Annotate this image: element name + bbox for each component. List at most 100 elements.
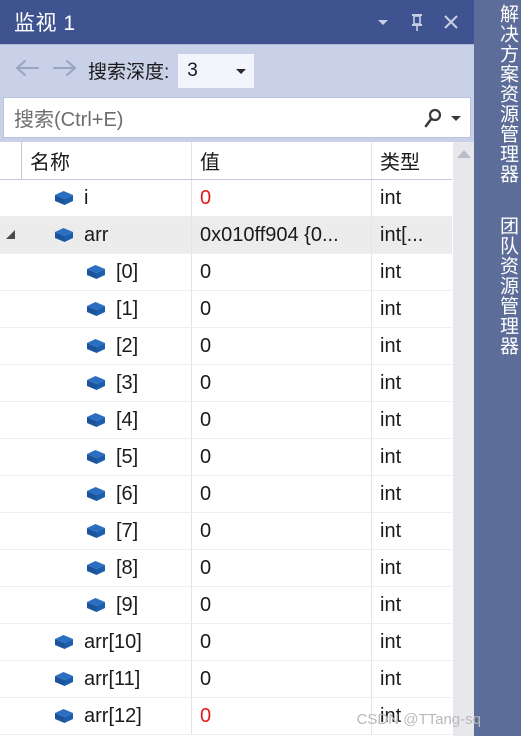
variable-value: 0 bbox=[200, 556, 212, 579]
column-header-name[interactable]: 名称 bbox=[22, 142, 192, 179]
cell-name[interactable]: [5] bbox=[22, 439, 192, 475]
cell-value[interactable]: 0 bbox=[192, 513, 372, 549]
cell-value[interactable]: 0 bbox=[192, 291, 372, 327]
field-cube-icon bbox=[52, 669, 76, 689]
variable-type: int bbox=[380, 630, 402, 653]
cell-name[interactable]: [4] bbox=[22, 402, 192, 438]
grid-header: 名称 值 类型 bbox=[0, 142, 452, 180]
cell-name[interactable]: [6] bbox=[22, 476, 192, 512]
name-content: i bbox=[22, 180, 88, 216]
cell-type: int bbox=[372, 476, 452, 512]
variable-value: 0 bbox=[200, 371, 212, 394]
titlebar: 监视 1 bbox=[0, 0, 474, 44]
cell-value[interactable]: 0 bbox=[192, 439, 372, 475]
cell-type: int bbox=[372, 624, 452, 660]
cell-name[interactable]: [1] bbox=[22, 291, 192, 327]
grid-inner: 名称 值 类型 i 0 int arr 0x010ff904 {0... int[... [… bbox=[0, 142, 452, 736]
column-header-type[interactable]: 类型 bbox=[372, 142, 452, 179]
table-row[interactable]: [3] 0 int bbox=[0, 365, 452, 402]
cell-type: int bbox=[372, 550, 452, 586]
cell-name[interactable]: [0] bbox=[22, 254, 192, 290]
table-row[interactable]: arr[11] 0 int bbox=[0, 661, 452, 698]
cell-value[interactable]: 0 bbox=[192, 587, 372, 623]
cell-value[interactable]: 0 bbox=[192, 180, 372, 216]
cell-name[interactable]: arr[12] bbox=[22, 698, 192, 734]
cell-value[interactable]: 0 bbox=[192, 550, 372, 586]
table-row[interactable]: [1] 0 int bbox=[0, 291, 452, 328]
cell-name[interactable]: arr bbox=[22, 217, 192, 253]
table-row[interactable]: [6] 0 int bbox=[0, 476, 452, 513]
row-expander[interactable] bbox=[0, 217, 22, 253]
table-row[interactable]: [2] 0 int bbox=[0, 328, 452, 365]
table-row[interactable]: [5] 0 int bbox=[0, 439, 452, 476]
variable-name: [4] bbox=[116, 408, 139, 431]
dock-tab-team-explorer[interactable]: 团队资源管理器 bbox=[474, 216, 521, 356]
cell-value[interactable]: 0 bbox=[192, 476, 372, 512]
table-row[interactable]: [0] 0 int bbox=[0, 254, 452, 291]
field-cube-icon bbox=[52, 706, 76, 726]
cell-name[interactable]: [2] bbox=[22, 328, 192, 364]
variable-name: [2] bbox=[116, 334, 139, 357]
name-content: [8] bbox=[22, 550, 138, 586]
variable-name: [9] bbox=[116, 593, 139, 616]
table-row[interactable]: [9] 0 int bbox=[0, 587, 452, 624]
variable-type: int bbox=[380, 445, 402, 468]
row-gutter bbox=[0, 513, 22, 549]
name-content: [1] bbox=[22, 291, 138, 327]
cell-value[interactable]: 0 bbox=[192, 661, 372, 697]
close-button[interactable] bbox=[434, 5, 468, 39]
search-depth-select[interactable]: 3 bbox=[177, 52, 256, 89]
table-row[interactable]: arr 0x010ff904 {0... int[... bbox=[0, 217, 452, 254]
field-cube-icon bbox=[84, 299, 108, 319]
table-row[interactable]: arr[12] 0 int bbox=[0, 698, 452, 735]
variable-value: 0 bbox=[200, 519, 212, 542]
cell-type: int bbox=[372, 587, 452, 623]
cell-name[interactable]: arr[11] bbox=[22, 661, 192, 697]
search-box[interactable]: 搜索(Ctrl+E) bbox=[3, 97, 471, 138]
cell-value[interactable]: 0 bbox=[192, 328, 372, 364]
pin-button[interactable] bbox=[400, 5, 434, 39]
name-content: [7] bbox=[22, 513, 138, 549]
variable-type: int bbox=[380, 556, 402, 579]
cell-type: int bbox=[372, 365, 452, 401]
scroll-up-button[interactable] bbox=[453, 142, 475, 170]
search-depth-value: 3 bbox=[187, 59, 198, 81]
cell-value[interactable]: 0 bbox=[192, 624, 372, 660]
search-icon[interactable] bbox=[422, 107, 444, 129]
cell-value[interactable]: 0 bbox=[192, 402, 372, 438]
variable-type: int bbox=[380, 297, 402, 320]
variable-name: [8] bbox=[116, 556, 139, 579]
back-button[interactable] bbox=[10, 54, 46, 88]
cell-type: int bbox=[372, 254, 452, 290]
table-row[interactable]: [4] 0 int bbox=[0, 402, 452, 439]
cell-name[interactable]: arr[10] bbox=[22, 624, 192, 660]
dock-tab-solution-explorer[interactable]: 解决方案资源管理器 bbox=[474, 4, 521, 184]
search-input[interactable]: 搜索(Ctrl+E) bbox=[14, 103, 422, 132]
cell-name[interactable]: i bbox=[22, 180, 192, 216]
table-row[interactable]: [7] 0 int bbox=[0, 513, 452, 550]
field-cube-icon bbox=[84, 262, 108, 282]
variable-value: 0 bbox=[200, 667, 212, 690]
cell-name[interactable]: [8] bbox=[22, 550, 192, 586]
cell-value[interactable]: 0 bbox=[192, 365, 372, 401]
variable-name: arr[11] bbox=[84, 667, 141, 690]
variable-type: int bbox=[380, 408, 402, 431]
cell-value[interactable]: 0x010ff904 {0... bbox=[192, 217, 372, 253]
window-dropdown-button[interactable] bbox=[366, 5, 400, 39]
column-header-value[interactable]: 值 bbox=[192, 142, 372, 179]
row-gutter bbox=[0, 661, 22, 697]
table-row[interactable]: [8] 0 int bbox=[0, 550, 452, 587]
field-cube-icon bbox=[52, 188, 76, 208]
cell-name[interactable]: [9] bbox=[22, 587, 192, 623]
search-dropdown-icon[interactable] bbox=[450, 112, 462, 124]
row-gutter bbox=[0, 439, 22, 475]
table-row[interactable]: arr[10] 0 int bbox=[0, 624, 452, 661]
cell-value[interactable]: 0 bbox=[192, 254, 372, 290]
vertical-scrollbar[interactable] bbox=[452, 142, 474, 736]
cell-value[interactable]: 0 bbox=[192, 698, 372, 734]
cell-name[interactable]: [7] bbox=[22, 513, 192, 549]
table-row[interactable]: i 0 int bbox=[0, 180, 452, 217]
cell-name[interactable]: [3] bbox=[22, 365, 192, 401]
forward-button[interactable] bbox=[46, 54, 82, 88]
variable-type: int bbox=[380, 667, 402, 690]
